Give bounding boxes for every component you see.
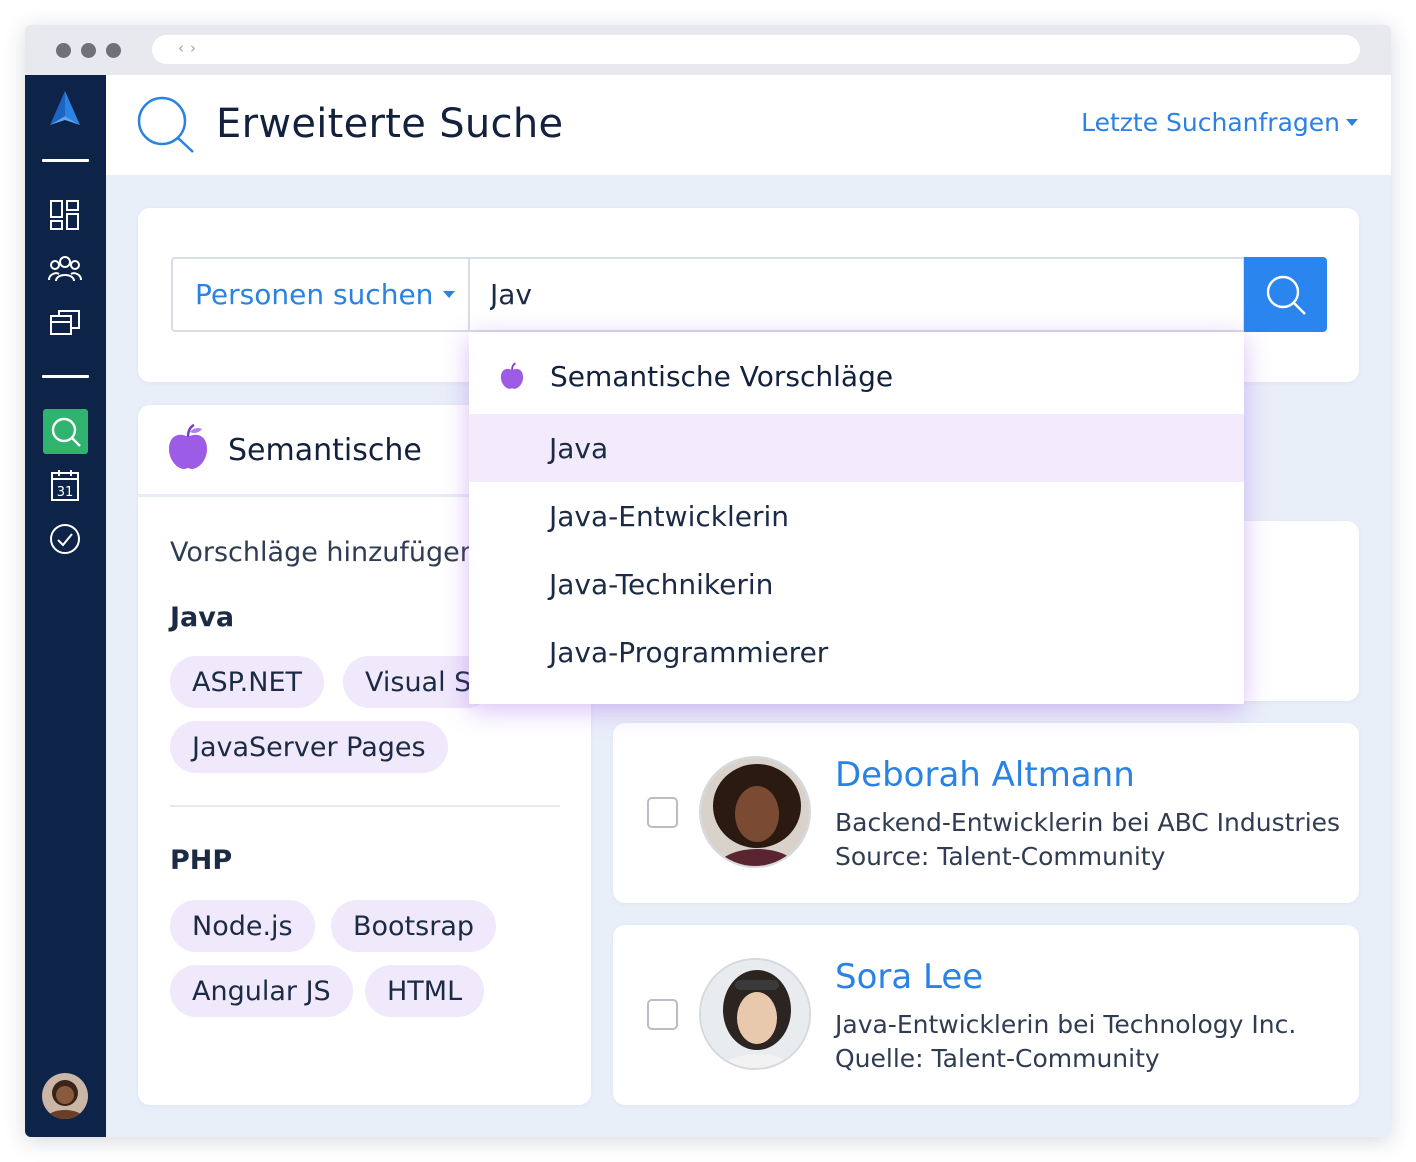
page-title: Erweiterte Suche (216, 101, 564, 147)
candidate-avatar[interactable] (699, 756, 811, 868)
candidate-title: Java-Entwicklerin bei Technology Inc. (835, 1010, 1297, 1039)
add-suggestions-label: Vorschläge hinzufügen (170, 537, 477, 568)
suggestion-chip[interactable]: Bootsrap (331, 900, 496, 952)
suggestion-chip[interactable]: Node.js (170, 900, 315, 952)
search-icon[interactable] (43, 409, 88, 454)
suggestion-group-title: PHP (170, 845, 233, 876)
jobs-icon[interactable] (46, 304, 84, 342)
candidate-name[interactable]: Sora Lee (835, 957, 983, 997)
dropdown-header-label: Semantische Vorschläge (550, 360, 894, 393)
result-card: Deborah Altmann Backend-Entwicklerin bei… (613, 723, 1359, 903)
dashboard-icon[interactable] (46, 196, 84, 234)
dropdown-header: Semantische Vorschläge (469, 332, 1244, 414)
recent-searches-dropdown[interactable]: Letzte Suchanfragen (1081, 108, 1358, 137)
window-minimize-dot[interactable] (81, 43, 96, 58)
candidate-name[interactable]: Deborah Altmann (835, 755, 1135, 795)
suggestion-chip[interactable]: JavaServer Pages (170, 721, 448, 773)
candidate-title: Backend-Entwicklerin bei ABC Industries (835, 808, 1341, 837)
window-maximize-dot[interactable] (106, 43, 121, 58)
sidebar-separator (42, 159, 89, 162)
back-forward-icon[interactable]: ‹› (178, 39, 202, 57)
semantic-panel-title: Semantische (228, 433, 422, 468)
result-checkbox[interactable] (647, 999, 678, 1030)
search-icon (1266, 275, 1306, 315)
advanced-search-icon (136, 95, 196, 159)
suggestion-chip[interactable]: HTML (365, 965, 485, 1017)
suggestion-option[interactable]: Java-Programmierer (469, 618, 1244, 686)
calendar-icon[interactable]: 31 (46, 466, 84, 504)
result-card: Sora Lee Java-Entwicklerin bei Technolog… (613, 925, 1359, 1105)
candidate-source: Quelle: Talent-Community (835, 1044, 1160, 1073)
user-avatar[interactable] (42, 1073, 88, 1119)
suggestion-option[interactable]: Java-Entwicklerin (469, 482, 1244, 550)
window-close-dot[interactable] (56, 43, 71, 58)
semantic-suggestions-dropdown: Semantische Vorschläge Java Java-Entwick… (469, 332, 1244, 704)
sidebar: 31 (25, 75, 106, 1137)
logo-icon[interactable] (46, 90, 84, 128)
recent-searches-label: Letzte Suchanfragen (1081, 108, 1340, 137)
candidate-avatar[interactable] (699, 958, 811, 1070)
suggestion-option[interactable]: Java-Technikerin (469, 550, 1244, 618)
search-button[interactable] (1244, 257, 1327, 332)
calendar-day: 31 (57, 485, 74, 500)
search-input[interactable] (468, 257, 1245, 332)
address-bar[interactable]: ‹› (152, 35, 1360, 64)
chevron-down-icon (443, 291, 456, 298)
search-type-dropdown[interactable]: Personen suchen (171, 257, 469, 332)
people-icon[interactable] (46, 250, 84, 288)
chevron-down-icon (1346, 119, 1358, 126)
sidebar-separator (42, 375, 89, 378)
check-icon[interactable] (46, 520, 84, 558)
candidate-source: Source: Talent-Community (835, 842, 1166, 871)
apple-icon (499, 362, 525, 394)
apple-icon (166, 423, 210, 475)
suggestion-group-title: Java (170, 602, 235, 633)
browser-chrome: ‹› (25, 25, 1391, 75)
suggestion-option[interactable]: Java (469, 414, 1244, 482)
search-type-label: Personen suchen (195, 278, 434, 311)
suggestion-chip[interactable]: Angular JS (170, 965, 353, 1017)
browser-window: ‹› 31 Erweiterte Suche Letzte Suchanfrag… (25, 25, 1391, 1137)
page-header: Erweiterte Suche Letzte Suchanfragen (106, 75, 1391, 175)
group-divider (170, 805, 560, 807)
suggestion-chip[interactable]: ASP.NET (170, 656, 325, 708)
result-checkbox[interactable] (647, 797, 678, 828)
